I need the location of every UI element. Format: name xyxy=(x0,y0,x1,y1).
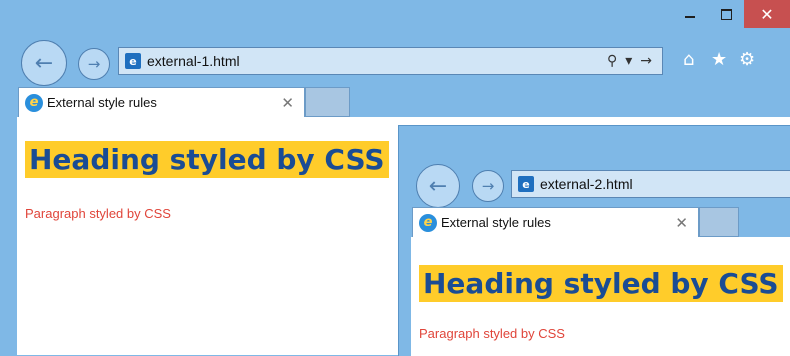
close-window-button[interactable]: ✕ xyxy=(744,0,790,28)
maximize-icon xyxy=(720,8,732,20)
tab-external-style-rules[interactable]: e External style rules ✕ xyxy=(18,87,305,117)
search-icon[interactable]: ⚲ xyxy=(607,53,617,69)
close-icon[interactable]: ✕ xyxy=(675,214,688,232)
address-bar[interactable]: e external-1.html ⚲ ▾ → xyxy=(118,47,663,75)
address-tools: ⚲ ▾ → xyxy=(607,53,652,69)
page-heading: Heading styled by CSS xyxy=(25,141,389,178)
tab-title: External style rules xyxy=(47,95,157,110)
minimize-icon xyxy=(685,16,695,18)
address-bar[interactable]: e external-2.html xyxy=(511,170,790,198)
new-tab-button[interactable] xyxy=(699,207,739,237)
star-icon[interactable]: ★ xyxy=(711,49,727,70)
forward-button[interactable]: → xyxy=(472,170,504,202)
ie-icon: e xyxy=(419,213,437,232)
forward-button[interactable]: → xyxy=(78,48,110,80)
minimize-button[interactable] xyxy=(672,0,708,28)
back-button[interactable]: ← xyxy=(21,40,67,86)
address-url[interactable]: external-2.html xyxy=(540,176,790,192)
browser-window-2: ← → e external-2.html e External style r… xyxy=(398,125,790,356)
page-paragraph: Paragraph styled by CSS xyxy=(419,326,565,341)
forward-arrow-icon: → xyxy=(87,55,101,73)
page-heading: Heading styled by CSS xyxy=(419,265,783,302)
page-icon: e xyxy=(125,53,141,69)
new-tab-button[interactable] xyxy=(305,87,350,117)
page-icon: e xyxy=(518,176,534,192)
address-url[interactable]: external-1.html xyxy=(147,53,607,69)
ie-icon: e xyxy=(25,93,43,112)
page-paragraph: Paragraph styled by CSS xyxy=(25,206,171,221)
tab-title: External style rules xyxy=(441,215,551,230)
back-button[interactable]: ← xyxy=(416,164,460,208)
window-caption-buttons: ✕ xyxy=(672,0,790,34)
back-arrow-icon: ← xyxy=(34,50,54,76)
go-arrow-icon[interactable]: → xyxy=(640,53,652,69)
back-arrow-icon: ← xyxy=(428,173,448,199)
close-icon[interactable]: ✕ xyxy=(281,94,294,112)
chevron-down-icon[interactable]: ▾ xyxy=(625,53,632,69)
tab-external-style-rules[interactable]: e External style rules ✕ xyxy=(412,207,699,237)
maximize-button[interactable] xyxy=(708,0,744,28)
forward-arrow-icon: → xyxy=(481,177,495,195)
page-content-area: Heading styled by CSS Paragraph styled b… xyxy=(411,237,790,356)
gear-icon[interactable]: ⚙ xyxy=(739,49,755,70)
home-icon[interactable]: ⌂ xyxy=(683,49,694,70)
